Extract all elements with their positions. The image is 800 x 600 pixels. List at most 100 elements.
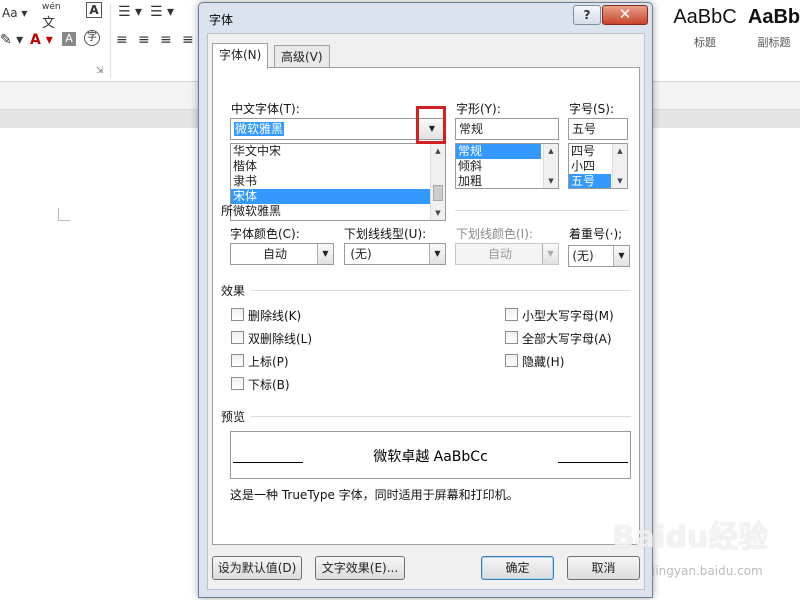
font-dialog: 字体 ? ✕ 字体(N) 高级(V) 中文字体(T): 微软雅黑 ▼ 华文中宋 …	[198, 2, 653, 598]
scroll-up-icon[interactable]: ▲	[613, 144, 627, 158]
underline-style-value: (无)	[350, 247, 372, 261]
scroll-thumb[interactable]	[433, 185, 443, 201]
style-title[interactable]: AaBbC 标题	[672, 4, 738, 54]
cancel-button[interactable]: 取消	[567, 556, 640, 580]
underline-color-label: 下划线颜色(I):	[456, 227, 533, 241]
text-effects-button[interactable]: 文字效果(E)...	[315, 556, 405, 580]
chinese-font-list[interactable]: 华文中宋 楷体 隶书 宋体 微软雅黑 ▲ ▼	[230, 143, 446, 221]
tab-font[interactable]: 字体(N)	[212, 43, 269, 69]
list-item[interactable]: 楷体	[231, 159, 445, 174]
scroll-up-icon[interactable]: ▲	[544, 144, 558, 158]
chinese-font-label: 中文字体(T):	[231, 102, 300, 116]
list-item-selected[interactable]: 常规	[456, 144, 541, 159]
underline-style-dropdown[interactable]: (无) ▼	[344, 243, 446, 265]
list-item[interactable]: 微软雅黑	[231, 204, 445, 219]
preview-title: 预览	[221, 410, 246, 424]
strikethrough-label[interactable]: 删除线(K)	[248, 307, 301, 324]
character-shading-icon[interactable]: A	[62, 32, 76, 46]
list-item-selected[interactable]: 宋体	[231, 189, 445, 204]
scroll-down-icon[interactable]: ▼	[431, 206, 445, 220]
font-color-icon[interactable]: A ▾	[30, 32, 53, 48]
font-name-box[interactable]: Aa ▾	[2, 6, 27, 20]
enclose-characters-icon[interactable]: 字	[84, 30, 100, 46]
all-caps-label[interactable]: 全部大写字母(A)	[522, 330, 612, 347]
chinese-font-input[interactable]: 微软雅黑	[230, 118, 418, 140]
double-strikethrough-label[interactable]: 双删除线(L)	[248, 330, 312, 347]
align-left-icon[interactable]: ≡	[116, 32, 128, 48]
ribbon-separator	[110, 4, 111, 78]
font-color-label: 字体颜色(C):	[230, 227, 300, 241]
chevron-down-icon: ▼	[542, 244, 558, 264]
all-caps-checkbox[interactable]	[505, 331, 518, 344]
style-subtitle-name: 副标题	[757, 36, 791, 49]
hidden-label[interactable]: 隐藏(H)	[522, 353, 564, 370]
double-strikethrough-checkbox[interactable]	[231, 331, 244, 344]
numbering-icon[interactable]: ☰ ▾	[150, 4, 174, 20]
set-default-button[interactable]: 设为默认值(D)	[212, 556, 302, 580]
dialog-launcher-icon[interactable]: ⇲	[96, 66, 104, 76]
watermark-url: jingyan.baidu.com	[652, 564, 763, 578]
font-color-dropdown[interactable]: 自动 ▼	[230, 243, 334, 265]
chevron-down-icon: ▼	[613, 246, 629, 266]
font-style-label: 字形(Y):	[456, 102, 501, 116]
style-subtitle-sample: AaBb	[747, 6, 800, 28]
preview-sample-text: 微软卓越 AaBbCc	[373, 449, 488, 465]
scroll-up-icon[interactable]: ▲	[431, 144, 445, 158]
dialog-title: 字体	[209, 13, 234, 27]
justify-icon[interactable]: ≡	[182, 32, 194, 48]
small-caps-checkbox[interactable]	[505, 308, 518, 321]
font-style-list[interactable]: 常规 倾斜 加粗 ▲ ▼	[455, 143, 559, 189]
chevron-down-icon: ▼	[317, 244, 333, 264]
font-size-input[interactable]: 五号	[568, 118, 628, 140]
underline-color-value: 自动	[487, 247, 512, 261]
list-item[interactable]: 隶书	[231, 174, 445, 189]
style-title-name: 标题	[694, 36, 716, 49]
font-size-scrollbar[interactable]: ▲ ▼	[612, 144, 627, 188]
subscript-checkbox[interactable]	[231, 377, 244, 390]
character-border-icon[interactable]: A	[86, 2, 102, 18]
ok-button[interactable]: 确定	[481, 556, 554, 580]
emphasis-mark-value: (无)	[572, 249, 594, 263]
emphasis-mark-label: 着重号(·);	[569, 227, 623, 241]
watermark-logo: Baidu经验	[612, 520, 769, 555]
preview-note: 这是一种 TrueType 字体，同时适用于屏幕和打印机。	[230, 488, 519, 502]
chinese-font-value: 微软雅黑	[234, 122, 285, 136]
style-subtitle[interactable]: AaBb 副标题	[744, 4, 800, 54]
list-item-selected[interactable]: 五号	[569, 174, 611, 188]
chinese-font-scrollbar[interactable]: ▲ ▼	[430, 144, 445, 220]
effects-title: 效果	[221, 284, 246, 298]
strikethrough-checkbox[interactable]	[231, 308, 244, 321]
hidden-checkbox[interactable]	[505, 354, 518, 367]
font-size-label: 字号(S):	[569, 102, 615, 116]
emphasis-mark-dropdown[interactable]: (无) ▼	[568, 245, 630, 267]
font-size-list[interactable]: 四号 小四 五号 ▲ ▼	[568, 143, 628, 189]
preview-box: 微软卓越 AaBbCc	[230, 431, 631, 479]
scroll-down-icon[interactable]: ▼	[544, 174, 558, 188]
highlight-annotation-box	[416, 106, 446, 144]
font-color-value: 自动	[262, 247, 287, 261]
western-font-label: 所	[221, 204, 234, 218]
small-caps-label[interactable]: 小型大写字母(M)	[522, 307, 614, 324]
margin-mark	[58, 220, 70, 221]
superscript-checkbox[interactable]	[231, 354, 244, 367]
chevron-down-icon: ▼	[429, 244, 445, 264]
align-right-icon[interactable]: ≡	[160, 32, 172, 48]
font-style-input[interactable]: 常规	[455, 118, 559, 140]
align-center-icon[interactable]: ≡	[138, 32, 150, 48]
group-divider	[455, 210, 629, 211]
tab-advanced[interactable]: 高级(V)	[274, 45, 330, 69]
preview-baseline	[558, 462, 628, 463]
font-style-scrollbar[interactable]: ▲ ▼	[543, 144, 558, 188]
scroll-down-icon[interactable]: ▼	[613, 174, 627, 188]
group-divider	[251, 416, 631, 417]
bullets-icon[interactable]: ☰ ▾	[118, 4, 142, 20]
margin-mark	[58, 208, 59, 220]
superscript-label[interactable]: 上标(P)	[248, 353, 289, 370]
list-item[interactable]: 华文中宋	[231, 144, 445, 159]
phonetic-guide-icon[interactable]: wén 文	[42, 2, 61, 31]
subscript-label[interactable]: 下标(B)	[248, 376, 290, 393]
highlight-color-icon[interactable]: ✎ ▾	[0, 32, 23, 48]
close-button[interactable]: ✕	[602, 5, 648, 25]
group-divider	[251, 290, 631, 291]
help-button[interactable]: ?	[573, 5, 601, 25]
